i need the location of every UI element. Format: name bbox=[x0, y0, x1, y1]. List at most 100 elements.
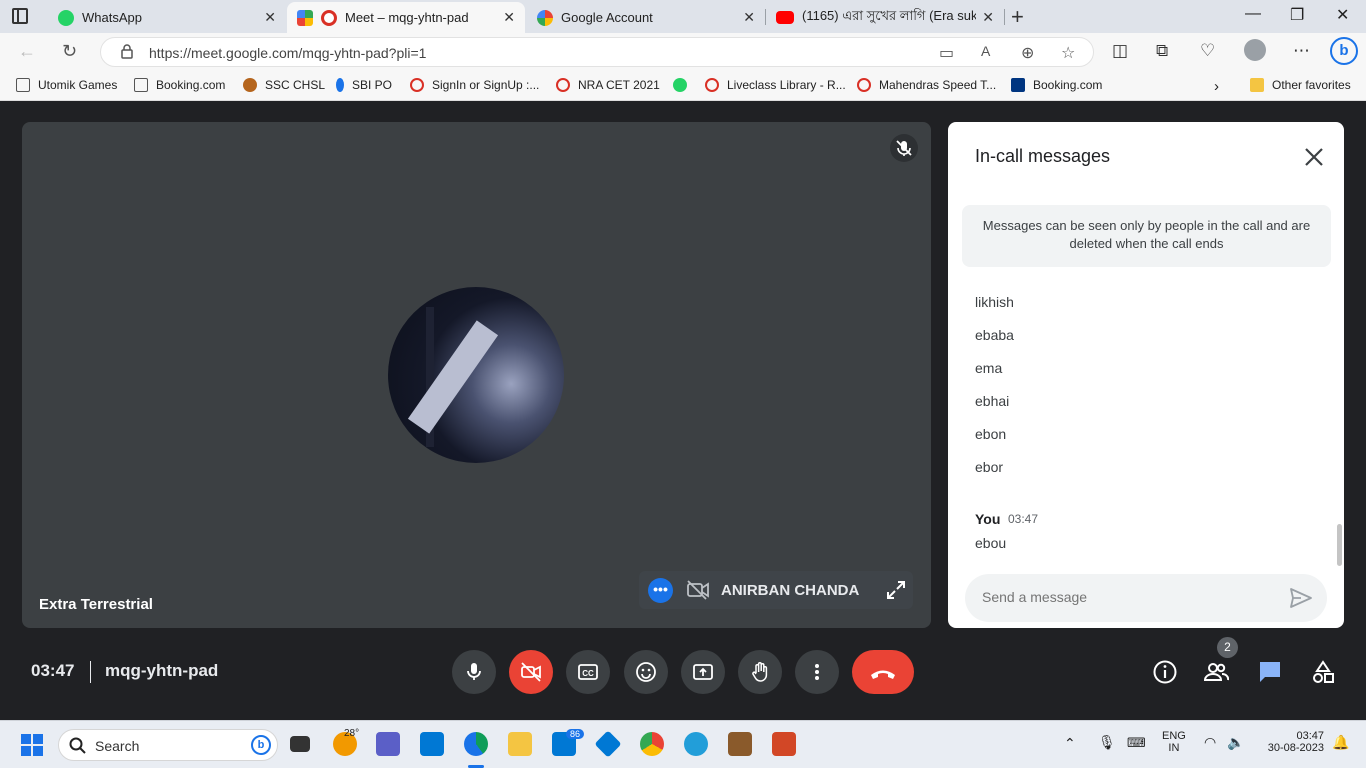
chrome-icon[interactable] bbox=[640, 732, 664, 756]
bookmark-utomik-games[interactable]: Utomik Games bbox=[16, 78, 117, 92]
sbi-icon bbox=[336, 78, 344, 92]
bookmark-sbi-po[interactable]: SBI PO bbox=[336, 78, 392, 92]
bookmark-nra-cet[interactable]: NRA CET 2021 bbox=[556, 78, 660, 92]
bookmark-mahendras[interactable]: Mahendras Speed T... bbox=[857, 78, 996, 92]
close-tab-icon[interactable]: ✕ bbox=[743, 9, 755, 26]
favorite-star-icon[interactable]: ☆ bbox=[1061, 43, 1075, 63]
tab-youtube[interactable]: (1165) এরা সুখের লাগি (Era sukhe ✕ bbox=[766, 2, 1004, 33]
camera-in-use-icon[interactable]: ▭ bbox=[939, 43, 954, 63]
language-indicator[interactable]: ENG IN bbox=[1162, 730, 1186, 754]
blocked-site-icon bbox=[556, 78, 570, 92]
lock-icon[interactable] bbox=[121, 44, 133, 59]
telegram-icon[interactable] bbox=[684, 732, 708, 756]
close-panel-icon[interactable] bbox=[1303, 146, 1325, 168]
bookmark-ssc-chsl[interactable]: SSC CHSL bbox=[243, 78, 325, 92]
profile-avatar[interactable] bbox=[1244, 39, 1266, 61]
microphone-tray-icon[interactable]: 🎙 bbox=[1098, 734, 1116, 751]
chat-notice: Messages can be seen only by people in t… bbox=[962, 205, 1331, 267]
captions-button[interactable]: CC bbox=[566, 650, 610, 694]
notification-icon[interactable]: 🔔 bbox=[1332, 734, 1349, 751]
bookmark-liveclass[interactable]: Liveclass Library - R... bbox=[705, 78, 846, 92]
raise-hand-button[interactable] bbox=[738, 650, 782, 694]
close-tab-icon[interactable]: ✕ bbox=[982, 9, 994, 26]
chat-message: ebou bbox=[975, 535, 1007, 551]
url-text[interactable]: https://meet.google.com/mqg-yhtn-pad?pli… bbox=[149, 45, 426, 61]
bing-copilot-icon[interactable]: b bbox=[1330, 37, 1358, 65]
powerpoint-icon[interactable] bbox=[772, 732, 796, 756]
bookmark-booking-2[interactable]: Booking.com bbox=[1011, 78, 1102, 92]
volume-icon[interactable]: 🔈 bbox=[1227, 734, 1244, 751]
chat-panel: In-call messages Messages can be seen on… bbox=[948, 122, 1344, 628]
chat-message: likhish bbox=[975, 294, 1014, 310]
message-input[interactable] bbox=[982, 589, 1272, 605]
close-tab-icon[interactable]: ✕ bbox=[503, 9, 515, 26]
edge-icon[interactable] bbox=[464, 732, 488, 756]
ssc-logo-icon bbox=[243, 78, 257, 92]
back-button[interactable]: ← bbox=[18, 41, 36, 62]
people-icon[interactable] bbox=[1203, 659, 1229, 685]
meeting-details-icon[interactable] bbox=[1152, 659, 1178, 685]
self-view-tile[interactable]: ••• ANIRBAN CHANDA bbox=[639, 571, 913, 609]
bookmarks-overflow-chevron-icon[interactable]: › bbox=[1214, 78, 1219, 95]
expand-icon[interactable] bbox=[885, 579, 907, 601]
settings-more-icon[interactable]: ⋯ bbox=[1293, 41, 1310, 61]
split-screen-icon[interactable]: ◫ bbox=[1112, 41, 1128, 61]
zoom-icon[interactable]: ⊕ bbox=[1021, 43, 1034, 63]
close-tab-icon[interactable]: ✕ bbox=[264, 9, 276, 26]
task-view-icon[interactable] bbox=[290, 736, 310, 752]
minimize-button[interactable]: — bbox=[1245, 5, 1261, 23]
refresh-button[interactable]: ↻ bbox=[62, 41, 77, 62]
tab-actions-icon[interactable] bbox=[12, 8, 28, 24]
taskbar-search[interactable]: Search b bbox=[58, 729, 278, 761]
wifi-icon[interactable]: ◠ bbox=[1204, 734, 1216, 751]
game-icon[interactable] bbox=[728, 732, 752, 756]
clock[interactable]: 03:47 30-08-2023 bbox=[1256, 730, 1324, 754]
tab-meet[interactable]: Meet – mqg-yhtn-pad ✕ bbox=[287, 2, 525, 33]
whatsapp-icon bbox=[673, 78, 687, 92]
teams-chat-icon[interactable] bbox=[376, 732, 400, 756]
close-window-button[interactable]: ✕ bbox=[1336, 5, 1349, 25]
bookmark-whatsapp[interactable] bbox=[673, 78, 695, 92]
reactions-button[interactable] bbox=[624, 650, 668, 694]
chat-scrollbar[interactable] bbox=[1337, 524, 1342, 566]
bookmark-signin[interactable]: SignIn or SignUp :... bbox=[410, 78, 539, 92]
message-sender: You bbox=[975, 511, 1001, 527]
windows-start-icon[interactable] bbox=[20, 733, 44, 757]
more-options-button[interactable] bbox=[795, 650, 839, 694]
other-favorites[interactable]: Other favorites bbox=[1250, 78, 1351, 92]
bing-icon[interactable]: b bbox=[251, 735, 271, 755]
vscode-icon[interactable] bbox=[594, 730, 622, 758]
recording-icon bbox=[321, 9, 337, 26]
bookmark-booking[interactable]: Booking.com bbox=[134, 78, 225, 92]
file-explorer-icon[interactable] bbox=[508, 732, 532, 756]
new-tab-button[interactable]: + bbox=[1011, 4, 1024, 30]
meeting-code: mqg-yhtn-pad bbox=[105, 661, 219, 680]
browser-essentials-icon[interactable]: ♡ bbox=[1200, 41, 1215, 61]
keyboard-icon[interactable]: ⌨ bbox=[1127, 735, 1146, 751]
more-vert-icon bbox=[815, 664, 819, 680]
address-bar[interactable]: https://meet.google.com/mqg-yhtn-pad?pli… bbox=[100, 37, 1094, 67]
more-options-button[interactable]: ••• bbox=[648, 578, 673, 603]
camera-button[interactable] bbox=[509, 650, 553, 694]
muted-mic-icon bbox=[890, 134, 918, 162]
chevron-up-icon[interactable]: ⌃ bbox=[1064, 735, 1076, 752]
send-icon[interactable] bbox=[1289, 587, 1313, 609]
microphone-button[interactable] bbox=[452, 650, 496, 694]
search-label: Search bbox=[95, 738, 140, 754]
tab-google-account[interactable]: Google Account ✕ bbox=[527, 2, 765, 33]
folder-icon bbox=[1250, 78, 1264, 92]
search-icon bbox=[69, 737, 86, 754]
tab-whatsapp[interactable]: WhatsApp ✕ bbox=[48, 2, 286, 33]
leave-call-button[interactable] bbox=[852, 650, 914, 694]
chat-icon[interactable] bbox=[1257, 659, 1283, 685]
blocked-site-icon bbox=[705, 78, 719, 92]
page-icon bbox=[16, 78, 30, 92]
chat-message: ebon bbox=[975, 426, 1007, 442]
restore-button[interactable]: ❐ bbox=[1290, 5, 1304, 25]
present-button[interactable] bbox=[681, 650, 725, 694]
read-aloud-icon[interactable]: A bbox=[981, 43, 990, 59]
desktop-icon[interactable] bbox=[420, 732, 444, 756]
activities-icon[interactable] bbox=[1310, 659, 1336, 685]
collections-icon[interactable]: ⧉ bbox=[1156, 41, 1168, 61]
chat-message: ebhai bbox=[975, 393, 1010, 409]
